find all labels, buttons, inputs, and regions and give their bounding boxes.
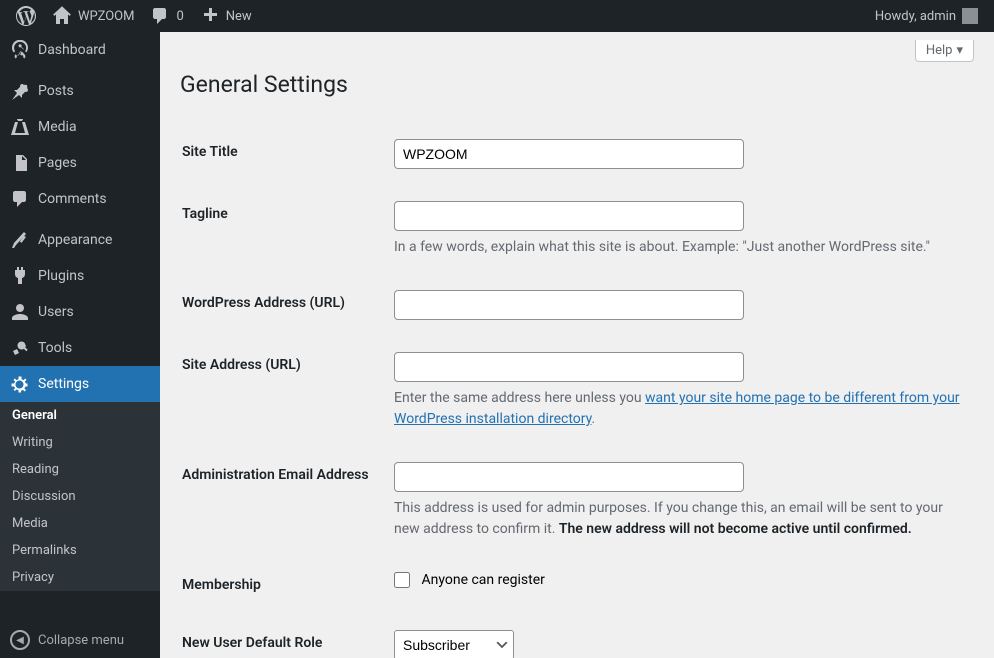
sidebar-item-comments[interactable]: Comments [0,181,160,217]
membership-label: Membership [182,557,382,613]
wpurl-label: WordPress Address (URL) [182,275,382,335]
avatar [962,8,978,24]
help-label: Help [926,43,953,58]
comments-link[interactable]: 0 [142,0,191,32]
membership-checkbox-wrapper[interactable]: Anyone can register [394,572,545,588]
sidebar-item-pages[interactable]: Pages [0,145,160,181]
plugins-icon [10,266,30,286]
sidebar-label: Pages [38,155,77,171]
admin-toolbar: WPZOOM 0 New Howdy, admin [0,0,994,32]
wpurl-input[interactable] [394,290,744,320]
submenu-item-privacy[interactable]: Privacy [0,564,160,591]
wp-logo[interactable] [8,0,44,32]
dashboard-icon [10,40,30,60]
media-icon [10,117,30,137]
sidebar-label: Comments [38,191,107,207]
admin-sidebar: Dashboard Posts Media Pages Comments [0,32,160,658]
sidebar-label: Media [38,119,77,135]
site-title-input[interactable] [394,139,744,169]
adminbar-right: Howdy, admin [867,0,986,32]
collapse-icon: ◀ [10,630,30,650]
page-title: General Settings [180,62,974,102]
sidebar-label: Plugins [38,268,84,284]
appearance-icon [10,230,30,250]
sidebar-label: Users [38,304,74,320]
tagline-input[interactable] [394,201,744,231]
help-tab[interactable]: Help ▾ [915,40,974,62]
submenu-item-writing[interactable]: Writing [0,429,160,456]
sidebar-label: Appearance [38,232,112,248]
submenu-item-discussion[interactable]: Discussion [0,483,160,510]
sidebar-item-tools[interactable]: Tools [0,330,160,366]
collapse-label: Collapse menu [38,633,124,648]
sidebar-item-plugins[interactable]: Plugins [0,258,160,294]
sidebar-label: Settings [38,376,89,392]
admin-email-description: This address is used for admin purposes.… [394,498,962,540]
adminbar-left: WPZOOM 0 New [8,0,260,32]
plus-icon [200,6,220,26]
main-content: Help ▾ General Settings Site Title Tagli… [160,32,994,658]
sidebar-item-media[interactable]: Media [0,109,160,145]
pin-icon [10,81,30,101]
submenu-item-reading[interactable]: Reading [0,456,160,483]
siteurl-input[interactable] [394,352,744,382]
tagline-description: In a few words, explain what this site i… [394,237,962,258]
comments-icon [10,189,30,209]
site-name-text: WPZOOM [78,9,134,24]
site-title-label: Site Title [182,124,382,184]
membership-checkbox-label: Anyone can register [421,572,544,588]
sidebar-item-posts[interactable]: Posts [0,73,160,109]
settings-icon [10,374,30,394]
admin-email-input[interactable] [394,462,744,492]
screen-meta: Help ▾ [180,32,974,62]
default-role-select[interactable]: Subscriber [394,630,514,658]
sidebar-item-dashboard[interactable]: Dashboard [0,32,160,68]
sidebar-label: Dashboard [38,42,106,58]
membership-checkbox[interactable] [394,572,410,588]
users-icon [10,302,30,322]
new-content-link[interactable]: New [192,0,260,32]
tagline-label: Tagline [182,186,382,273]
submenu-item-permalinks[interactable]: Permalinks [0,537,160,564]
site-name-link[interactable]: WPZOOM [44,0,142,32]
page-icon [10,153,30,173]
tools-icon [10,338,30,358]
home-icon [52,6,72,26]
settings-submenu: General Writing Reading Discussion Media… [0,402,160,591]
new-label: New [226,9,252,24]
my-account[interactable]: Howdy, admin [867,0,986,32]
siteurl-label: Site Address (URL) [182,337,382,445]
comments-count: 0 [176,9,183,24]
admin-menu: Dashboard Posts Media Pages Comments [0,32,160,622]
sidebar-item-appearance[interactable]: Appearance [0,222,160,258]
main-wrap: Dashboard Posts Media Pages Comments [0,32,994,658]
chevron-down-icon: ▾ [956,43,963,58]
siteurl-description: Enter the same address here unless you w… [394,388,962,430]
default-role-label: New User Default Role [182,615,382,658]
howdy-text: Howdy, admin [875,9,956,24]
submenu-item-media[interactable]: Media [0,510,160,537]
collapse-menu-button[interactable]: ◀ Collapse menu [0,622,160,658]
comment-icon [150,6,170,26]
wordpress-icon [16,6,36,26]
sidebar-item-settings[interactable]: Settings [0,366,160,402]
submenu-item-general[interactable]: General [0,402,160,429]
settings-form: Site Title Tagline In a few words, expla… [180,122,974,658]
sidebar-label: Tools [38,340,72,356]
admin-email-label: Administration Email Address [182,447,382,555]
sidebar-item-users[interactable]: Users [0,294,160,330]
sidebar-label: Posts [38,83,74,99]
